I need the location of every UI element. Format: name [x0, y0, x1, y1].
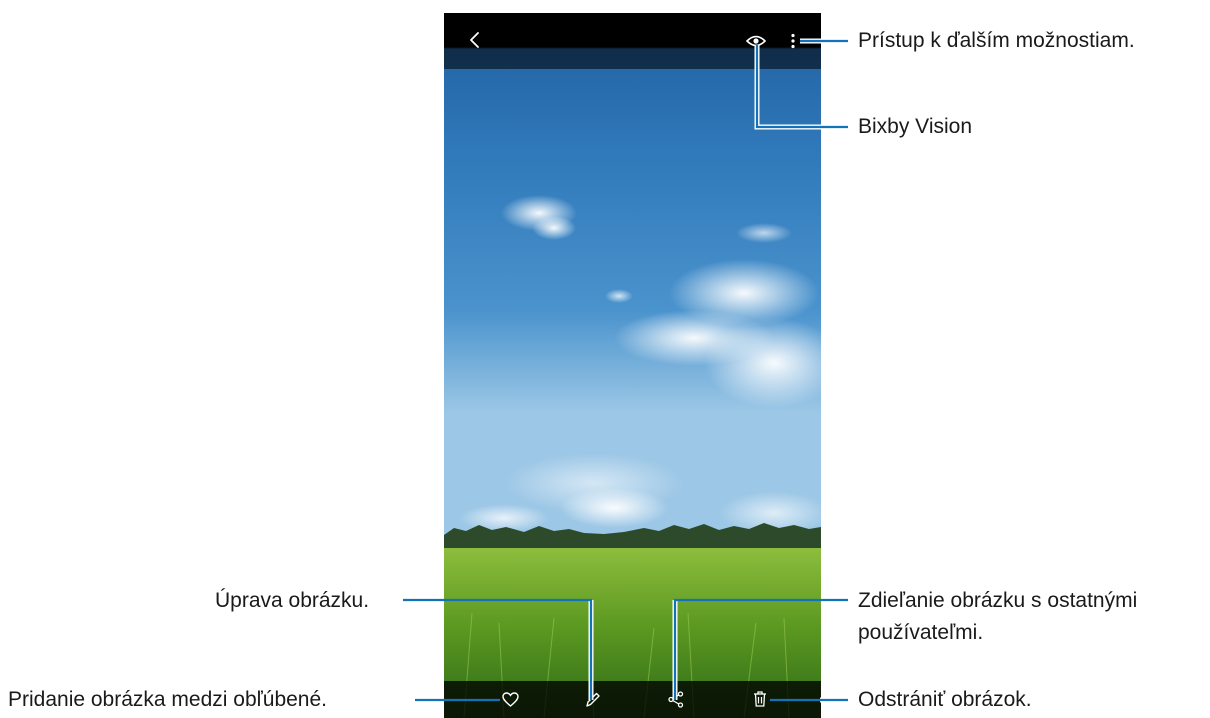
callout-edit-picture: Úprava obrázku. [215, 589, 370, 612]
gallery-viewer-screen [444, 13, 821, 718]
bottom-toolbar [444, 681, 821, 718]
callout-bixby-vision: Bixby Vision [858, 115, 973, 138]
top-toolbar [444, 13, 821, 69]
heart-icon[interactable] [502, 692, 519, 707]
callout-share-picture-line1: Zdieľanie obrázku s ostatnými [858, 589, 1138, 612]
eye-icon[interactable] [746, 34, 766, 48]
chevron-left-icon[interactable] [468, 31, 482, 49]
callout-more-options: Prístup k ďalším možnostiam. [858, 29, 1135, 52]
callout-delete-picture: Odstrániť obrázok. [858, 688, 1032, 711]
landscape-photo[interactable] [444, 13, 821, 718]
share-icon[interactable] [668, 691, 684, 708]
callout-add-favorite: Pridanie obrázka medzi obľúbené. [8, 688, 327, 711]
more-vertical-icon[interactable] [790, 33, 796, 49]
callout-share-picture-line2: používateľmi. [858, 621, 984, 644]
pencil-icon[interactable] [585, 691, 601, 708]
trash-icon[interactable] [753, 691, 767, 707]
